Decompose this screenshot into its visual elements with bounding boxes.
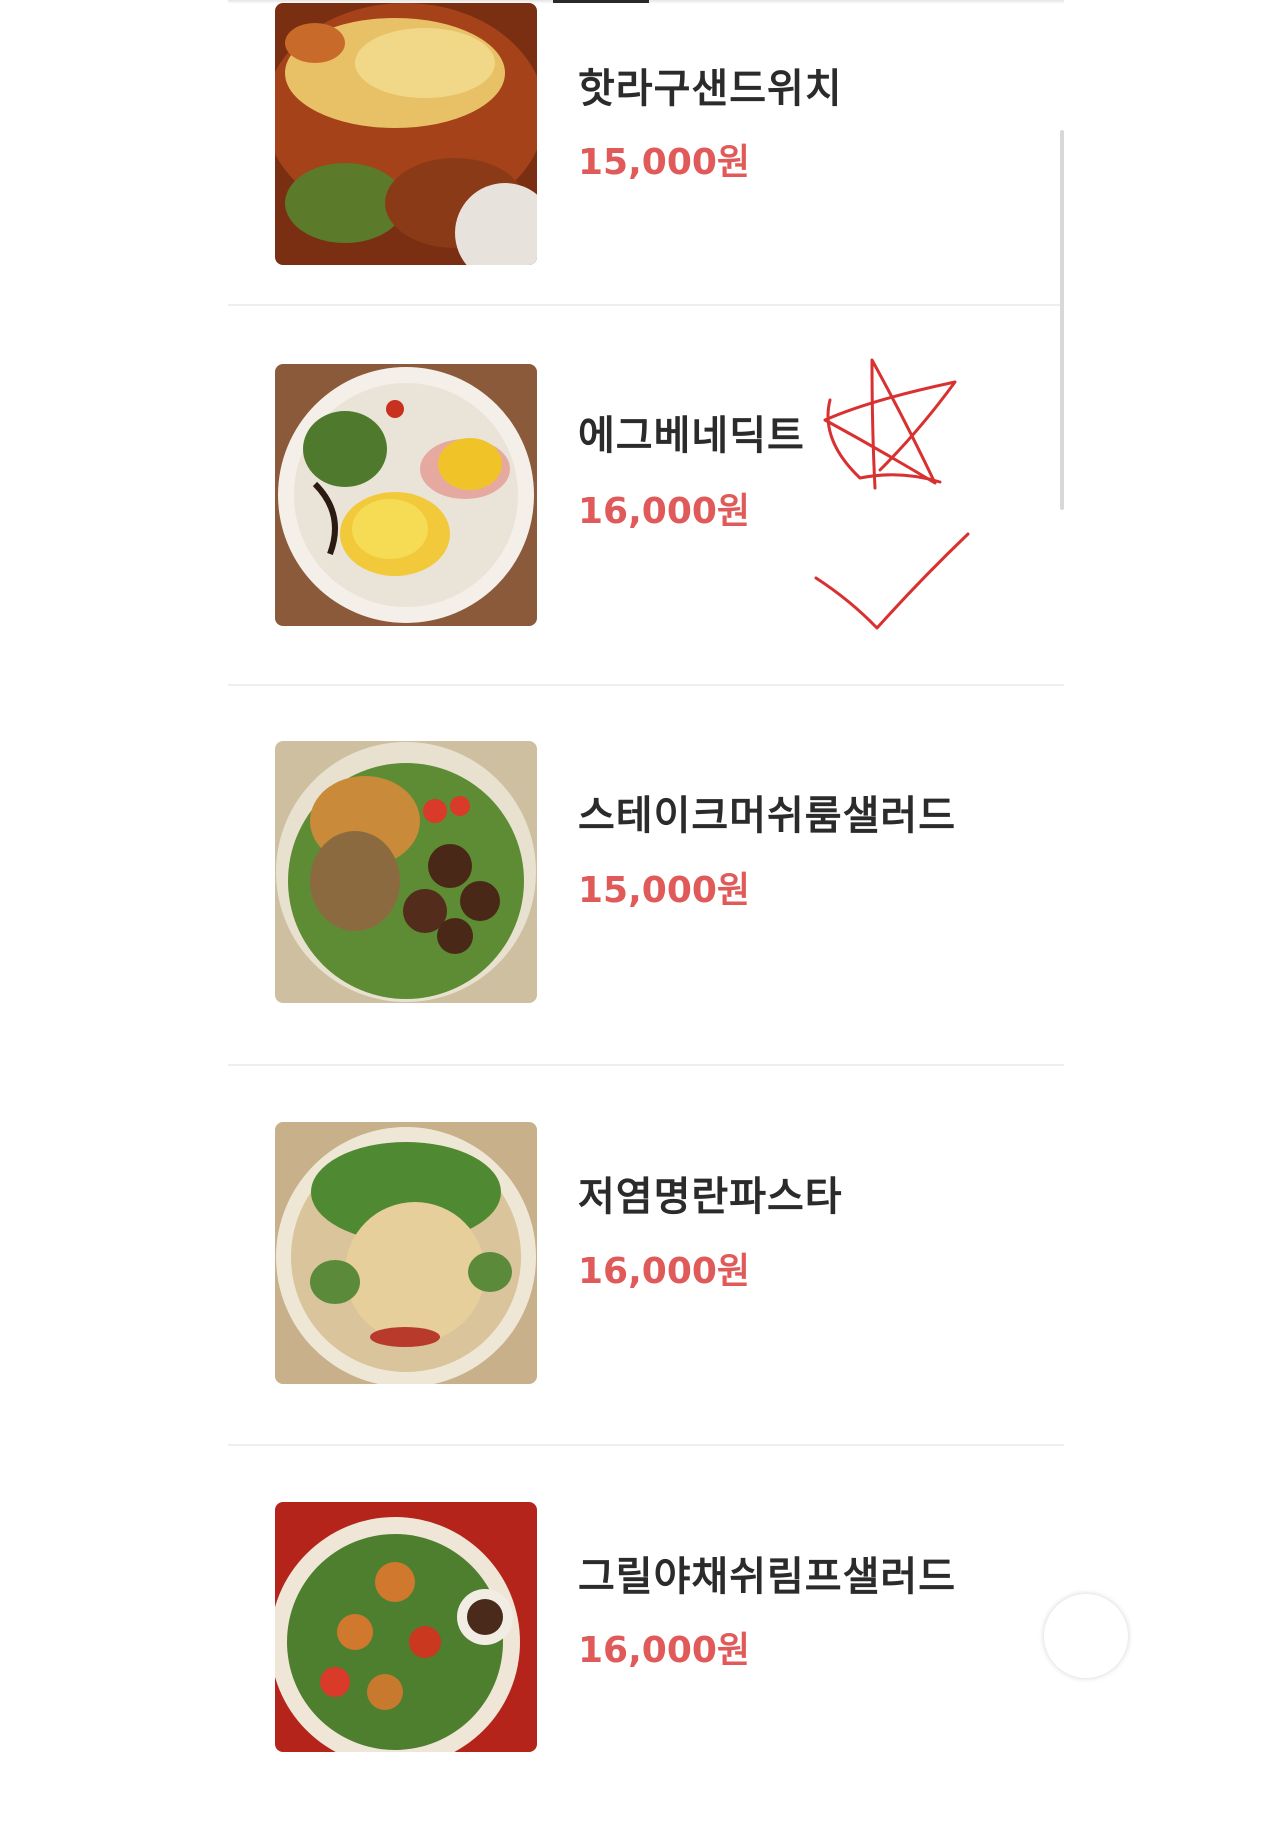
right-margin (1064, 0, 1280, 1706)
menu-item-price: 16,000원 (578, 491, 751, 532)
floating-button[interactable] (1044, 1594, 1128, 1678)
steak-mushroom-salad-photo (275, 741, 537, 1003)
menu-item-price: 15,000원 (578, 870, 751, 911)
menu-item-grilled-veg-shrimp-salad[interactable]: 그릴야채쉬림프샐러드 16,000원 (228, 1446, 1064, 1826)
eggs-benedict-photo (275, 364, 537, 626)
mentaiko-pasta-photo (275, 1122, 537, 1384)
menu-item-name: 그릴야채쉬림프샐러드 (578, 1554, 956, 1600)
menu-item-name: 저염명란파스타 (578, 1174, 843, 1220)
menu-item-ragu-sandwich[interactable]: 핫라구샌드위치 15,000원 (228, 0, 1064, 306)
menu-item-name: 스테이크머쉬룸샐러드 (578, 793, 956, 839)
menu-item-price: 15,000원 (578, 142, 751, 183)
menu-item-name: 핫라구샌드위치 (578, 66, 843, 112)
menu-item-price: 16,000원 (578, 1630, 751, 1671)
menu-item-price: 16,000원 (578, 1251, 751, 1292)
grilled-veg-shrimp-salad-photo (275, 1502, 537, 1752)
menu-item-name: 에그베네딕트 (578, 413, 805, 459)
menu-item-eggs-benedict[interactable]: 에그베네딕트 16,000원 (228, 306, 1064, 686)
page: 핫라구샌드위치 15,000원 에그베네딕트 16,000원 스테이크머쉬룸샐러… (0, 0, 1280, 1752)
menu-item-mentaiko-pasta[interactable]: 저염명란파스타 16,000원 (228, 1066, 1064, 1446)
ragu-sandwich-photo (275, 3, 537, 265)
menu-item-steak-mushroom-salad[interactable]: 스테이크머쉬룸샐러드 15,000원 (228, 686, 1064, 1066)
